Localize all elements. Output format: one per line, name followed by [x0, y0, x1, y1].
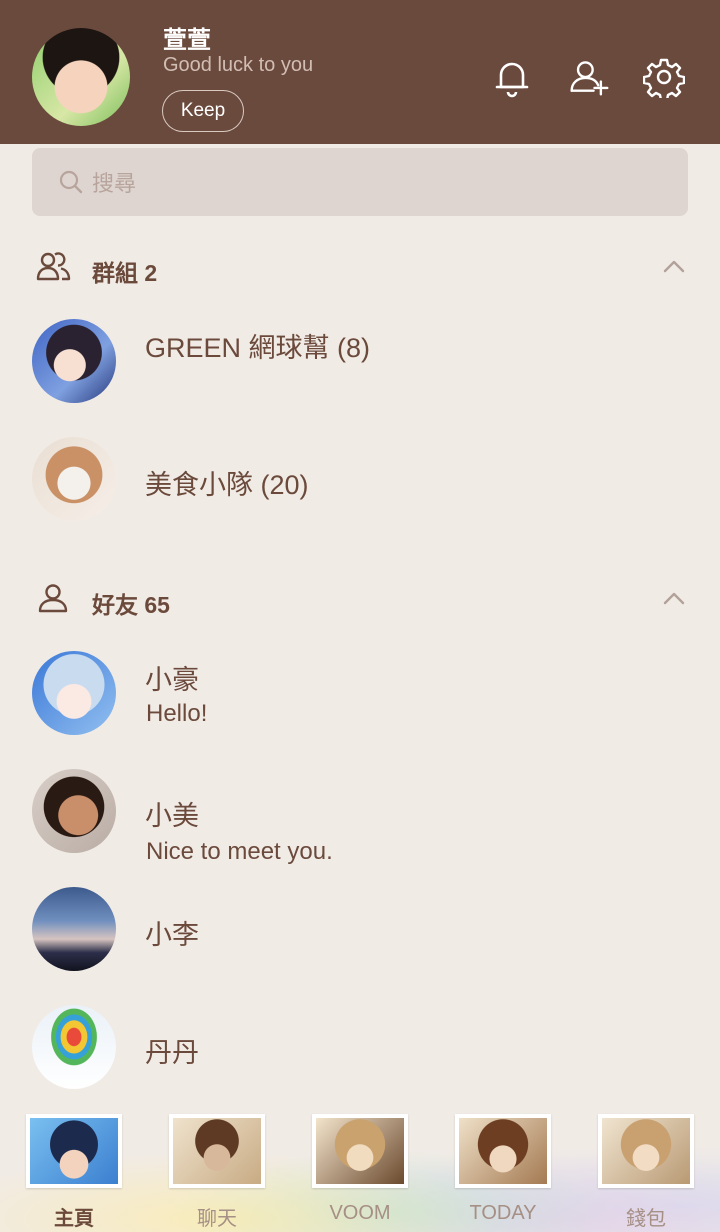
tab-voom[interactable]: VOOM — [312, 1114, 408, 1232]
friend-icon — [38, 584, 68, 613]
group-list-item[interactable]: GREEN 網球幫 (8) — [0, 319, 720, 419]
group-name: 美食小隊 (20) — [145, 470, 309, 500]
search-icon — [59, 170, 83, 194]
chevron-up-icon[interactable] — [662, 590, 686, 606]
wallet-tab-icon — [598, 1114, 694, 1188]
friend-list-item[interactable]: 小李 — [0, 887, 720, 987]
friend-avatar — [32, 887, 116, 971]
keep-button[interactable]: Keep — [162, 90, 244, 132]
tab-label: 主頁 — [54, 1208, 94, 1230]
friend-name: 小美 — [145, 801, 199, 831]
tab-label: VOOM — [329, 1202, 391, 1224]
friends-section-header[interactable]: 好友 65 — [0, 580, 720, 620]
home-tab-icon — [26, 1114, 122, 1188]
friend-name: 丹丹 — [145, 1038, 199, 1068]
profile-avatar[interactable] — [32, 28, 130, 126]
tab-wallet[interactable]: 錢包 — [598, 1114, 694, 1232]
tab-label: 聊天 — [197, 1208, 237, 1230]
group-list-item[interactable]: 美食小隊 (20) — [0, 437, 720, 537]
friend-avatar — [32, 1005, 116, 1089]
friend-status-message: Hello! — [146, 700, 208, 727]
chevron-up-icon[interactable] — [662, 258, 686, 274]
profile-status-message[interactable]: Good luck to you — [163, 54, 313, 77]
profile-name[interactable]: 萱萱 — [163, 20, 211, 55]
friend-list-item[interactable]: 小豪 Hello! — [0, 651, 720, 751]
tab-label: TODAY — [469, 1202, 537, 1224]
group-name: GREEN 網球幫 (8) — [145, 333, 371, 363]
bell-icon[interactable] — [491, 56, 533, 98]
profile-header: 萱萱 Good luck to you Keep — [0, 0, 720, 144]
friend-status-message: Nice to meet you. — [146, 838, 333, 865]
friend-avatar — [32, 651, 116, 735]
search-input[interactable]: 搜尋 — [32, 148, 688, 216]
tab-chats[interactable]: 聊天 — [169, 1114, 265, 1232]
today-tab-icon — [455, 1114, 551, 1188]
friend-name: 小豪 — [145, 665, 199, 695]
tab-home[interactable]: 主頁 — [26, 1114, 122, 1232]
friend-list-item[interactable]: 小美 Nice to meet you. — [0, 769, 720, 869]
tab-today[interactable]: TODAY — [455, 1114, 551, 1232]
tab-label: 錢包 — [626, 1208, 666, 1230]
groups-section-label: 群組 2 — [92, 260, 158, 286]
friend-list-item[interactable]: 丹丹 — [0, 1005, 720, 1105]
bottom-nav: 主頁 聊天 VOOM TODAY 錢包 — [0, 1100, 720, 1232]
group-avatar — [32, 437, 116, 521]
chat-tab-icon — [169, 1114, 265, 1188]
search-placeholder: 搜尋 — [92, 171, 137, 196]
add-friend-icon[interactable] — [568, 56, 610, 98]
friend-avatar — [32, 769, 116, 853]
gear-icon[interactable] — [643, 56, 685, 98]
group-avatar — [32, 319, 116, 403]
groups-section-header[interactable]: 群組 2 — [0, 248, 720, 288]
group-icon — [36, 252, 71, 281]
friends-section-label: 好友 65 — [92, 592, 170, 618]
voom-tab-icon — [312, 1114, 408, 1188]
friend-name: 小李 — [145, 920, 199, 950]
